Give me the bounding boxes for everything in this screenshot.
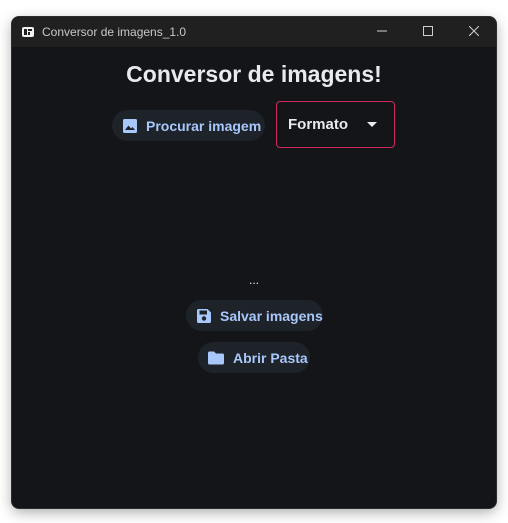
image-icon bbox=[122, 118, 138, 134]
app-logo-icon bbox=[21, 25, 35, 39]
folder-icon bbox=[207, 350, 225, 366]
app-window: Conversor de imagens_1.0 Conversor de im… bbox=[12, 17, 496, 508]
page-title: Conversor de imagens! bbox=[126, 61, 382, 87]
format-dropdown[interactable]: Formato bbox=[276, 101, 395, 148]
format-dropdown-value: Formato bbox=[288, 116, 348, 133]
window-title: Conversor de imagens_1.0 bbox=[42, 25, 187, 39]
caret-down-icon bbox=[367, 122, 377, 127]
open-folder-button[interactable]: Abrir Pasta bbox=[198, 342, 310, 373]
close-icon bbox=[468, 23, 480, 41]
save-images-label: Salvar imagens bbox=[220, 307, 323, 324]
browse-image-button[interactable]: Procurar imagem bbox=[112, 110, 265, 141]
open-folder-label: Abrir Pasta bbox=[233, 349, 308, 366]
save-images-button[interactable]: Salvar imagens bbox=[186, 300, 323, 331]
close-button[interactable] bbox=[451, 17, 496, 47]
floppy-disk-icon bbox=[196, 308, 212, 324]
browse-image-label: Procurar imagem bbox=[146, 117, 262, 134]
status-text: ... bbox=[248, 273, 259, 287]
minimize-button[interactable] bbox=[359, 17, 405, 47]
maximize-icon bbox=[423, 23, 433, 41]
title-bar[interactable]: Conversor de imagens_1.0 bbox=[12, 17, 496, 47]
maximize-button[interactable] bbox=[405, 17, 451, 47]
minimize-icon bbox=[377, 23, 387, 41]
